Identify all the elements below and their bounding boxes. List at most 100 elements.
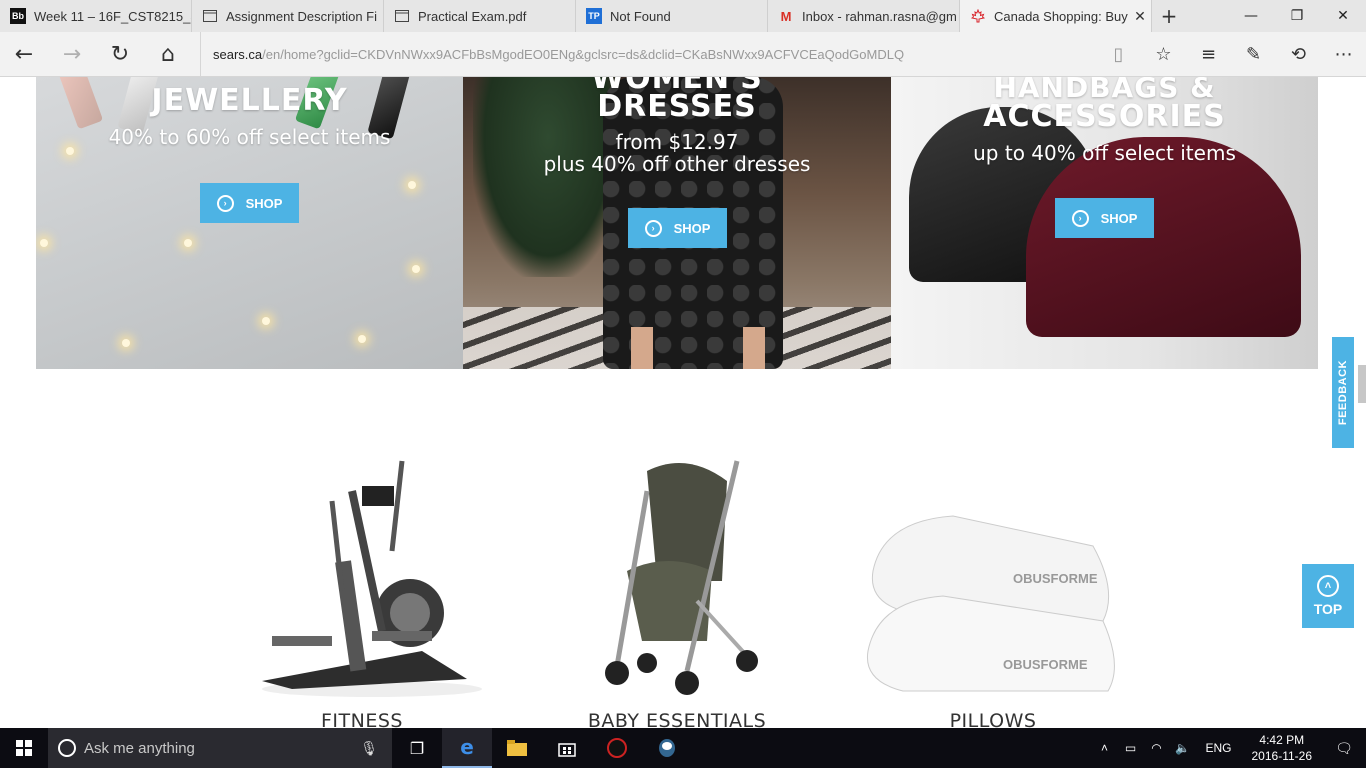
maple-leaf-icon	[970, 8, 986, 24]
chevron-right-icon: ›	[1071, 209, 1089, 227]
volume-icon[interactable]: 🔈	[1170, 741, 1194, 755]
url-host: sears.ca	[213, 46, 263, 62]
category-pillows[interactable]: OBUSFORME OBUSFORME PILLOWS	[863, 451, 1123, 728]
gmail-icon: M	[780, 8, 792, 24]
asus-app-icon[interactable]	[592, 728, 642, 768]
share-icon[interactable]: ⟲	[1276, 32, 1321, 77]
forward-icon[interactable]: →	[48, 32, 96, 77]
system-clock[interactable]: 4:42 PM 2016-11-26	[1252, 732, 1313, 764]
category-baby-essentials[interactable]: BABY ESSENTIALS	[547, 451, 807, 728]
jewellery-shop-button[interactable]: › SHOP	[200, 183, 299, 223]
shop-label: SHOP	[1100, 210, 1138, 226]
windows-taskbar: Ask me anything 🎙 ❐ e ˄ ▭ ◠ 🔈 ENG 4:42 P…	[0, 728, 1366, 768]
dresses-title-line2: DRESSES	[597, 89, 757, 124]
new-tab-button[interactable]: +	[1152, 0, 1186, 32]
more-icon[interactable]: ⋯	[1321, 32, 1366, 77]
clock-time: 4:42 PM	[1259, 733, 1305, 747]
tab-week11[interactable]: Bb Week 11 – 16F_CST8215_3	[0, 0, 192, 32]
browser-toolbar-right: ▯ ☆ ≡ ✎ ⟲ ⋯	[1096, 32, 1366, 77]
tab-title: Not Found	[610, 8, 671, 24]
minimize-icon[interactable]: —	[1228, 0, 1274, 32]
cortana-icon	[58, 739, 76, 757]
feedback-tab[interactable]: FEEDBACK	[1332, 337, 1354, 448]
restore-icon[interactable]: ❐	[1274, 0, 1320, 32]
jewellery-title: JEWELLERY	[151, 83, 348, 118]
windows-start-icon[interactable]	[0, 728, 48, 768]
feedback-label: FEEDBACK	[1337, 359, 1349, 426]
string-light	[122, 339, 130, 347]
address-bar[interactable]: sears.ca/en/home?gclid=CKDVnNWxx9ACFbBsM…	[200, 31, 1096, 77]
battery-icon[interactable]: ▭	[1118, 741, 1142, 755]
tab-assignment-description[interactable]: Assignment Description Fi	[192, 0, 384, 32]
blackboard-icon: Bb	[10, 8, 26, 24]
reading-view-icon[interactable]: ▯	[1096, 32, 1141, 77]
string-light	[358, 335, 366, 343]
dresses-banner[interactable]: WOMEN'S DRESSES from $12.97 plus 40% off…	[463, 77, 891, 369]
dresses-subtitle-line2: plus 40% off other dresses	[543, 152, 811, 176]
store-icon[interactable]	[542, 728, 592, 768]
window-controls: — ❐ ✕	[1228, 0, 1366, 32]
chevron-up-icon: ˄	[1317, 575, 1339, 597]
string-light	[40, 239, 48, 247]
string-light	[408, 181, 416, 189]
chevron-right-icon: ›	[216, 194, 234, 212]
tp-icon: TP	[586, 8, 602, 24]
handbags-shop-button[interactable]: › SHOP	[1055, 198, 1154, 238]
refresh-icon[interactable]: ↻	[96, 32, 144, 77]
tab-practical-exam[interactable]: Practical Exam.pdf	[384, 0, 576, 32]
system-tray: ˄ ▭ ◠ 🔈 ENG 4:42 PM 2016-11-26 🗨	[1091, 732, 1366, 764]
postgres-icon[interactable]	[642, 728, 692, 768]
category-label: FITNESS	[321, 710, 403, 728]
jewellery-banner[interactable]: JEWELLERY 40% to 60% off select items › …	[36, 77, 463, 369]
tab-gmail-inbox[interactable]: M Inbox - rahman.rasna@gm	[768, 0, 960, 32]
handbags-title-line2: ACCESSORIES	[983, 99, 1226, 134]
handbags-banner[interactable]: HANDBAGS & ACCESSORIES up to 40% off sel…	[891, 77, 1318, 369]
input-language[interactable]: ENG	[1205, 741, 1231, 755]
tab-canada-shopping[interactable]: Canada Shopping: Buy ✕	[960, 0, 1152, 32]
string-light	[412, 265, 420, 273]
search-placeholder: Ask me anything	[84, 739, 195, 757]
browser-tab-strip: Bb Week 11 – 16F_CST8215_3 Assignment De…	[0, 0, 1366, 32]
home-icon[interactable]: ⌂	[144, 32, 192, 77]
leg-image	[743, 327, 765, 369]
action-center-icon[interactable]: 🗨	[1322, 740, 1366, 757]
category-label: PILLOWS	[949, 710, 1037, 728]
tab-title: Practical Exam.pdf	[418, 8, 527, 24]
clock-date: 2016-11-26	[1251, 749, 1313, 763]
pillow-brand-top: OBUSFORME	[1013, 571, 1098, 586]
handbags-subtitle: up to 40% off select items	[973, 141, 1236, 165]
task-view-icon[interactable]: ❐	[392, 728, 442, 768]
dresses-shop-button[interactable]: › SHOP	[628, 208, 727, 248]
tab-title: Inbox - rahman.rasna@gm	[802, 8, 957, 24]
favorite-star-icon[interactable]: ☆	[1141, 32, 1186, 77]
jewellery-subtitle: 40% to 60% off select items	[108, 125, 391, 149]
close-tab-icon[interactable]: ✕	[1129, 8, 1151, 25]
leg-image	[631, 327, 653, 369]
shop-label: SHOP	[245, 195, 283, 211]
tab-title: Week 11 – 16F_CST8215_3	[34, 8, 191, 24]
page-icon	[394, 8, 410, 24]
browser-navigation-bar: ← → ↻ ⌂ sears.ca/en/home?gclid=CKDVnNWxx…	[0, 31, 1366, 77]
tab-title: Canada Shopping: Buy	[994, 8, 1128, 24]
wifi-icon[interactable]: ◠	[1144, 741, 1168, 755]
back-to-top-button[interactable]: ˄ TOP	[1302, 564, 1354, 628]
page-viewport: JEWELLERY 40% to 60% off select items › …	[0, 77, 1366, 728]
pillows-image: OBUSFORME OBUSFORME	[866, 515, 1115, 692]
chevron-right-icon: ›	[644, 219, 662, 237]
shop-label: SHOP	[673, 220, 711, 236]
web-note-icon[interactable]: ✎	[1231, 32, 1276, 77]
microphone-icon[interactable]: 🎙	[360, 740, 378, 757]
stroller-image	[605, 460, 758, 695]
hub-icon[interactable]: ≡	[1186, 32, 1231, 77]
scrollbar-thumb[interactable]	[1358, 365, 1366, 403]
show-hidden-icons-icon[interactable]: ˄	[1092, 741, 1116, 755]
string-light	[184, 239, 192, 247]
cortana-search-box[interactable]: Ask me anything 🎙	[48, 728, 392, 768]
file-explorer-icon[interactable]	[492, 728, 542, 768]
category-fitness[interactable]: FITNESS	[232, 451, 492, 728]
edge-browser-icon[interactable]: e	[442, 728, 492, 768]
back-icon[interactable]: ←	[0, 32, 48, 77]
tab-not-found[interactable]: TP Not Found	[576, 0, 768, 32]
close-window-icon[interactable]: ✕	[1320, 0, 1366, 32]
pillow-brand-bottom: OBUSFORME	[1003, 657, 1088, 672]
